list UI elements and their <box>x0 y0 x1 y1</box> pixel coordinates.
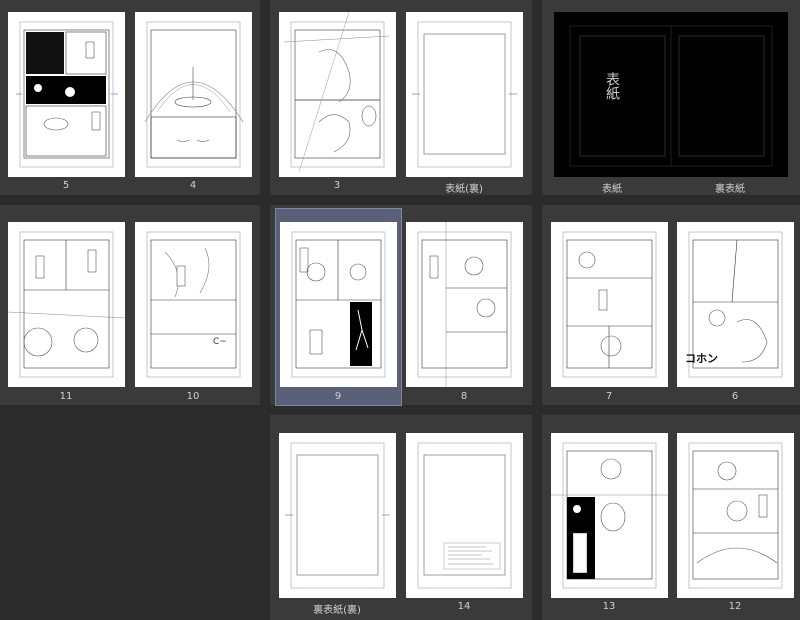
page-cover-art: 表紙 <box>569 25 671 167</box>
svg-text:C~: C~ <box>213 337 227 347</box>
page-label-6: 6 <box>731 391 739 402</box>
cover-handwriting: 表紙 <box>604 72 620 101</box>
page-5-art <box>16 21 118 168</box>
page-label-cover: 表紙 <box>602 184 622 195</box>
page-7-art <box>562 231 657 378</box>
page-3-art <box>283 12 390 173</box>
page-thumbnail-8[interactable] <box>406 222 523 387</box>
page-9-art <box>291 231 386 378</box>
page-11-art <box>8 231 125 378</box>
page-label-10: 10 <box>186 391 200 402</box>
page-label-5: 5 <box>62 180 70 191</box>
page-thumbnail-back-cover-back[interactable] <box>279 433 396 598</box>
page-thumbnail-4[interactable] <box>135 12 252 177</box>
page-10-art: C~ <box>146 231 241 378</box>
page-thumbnail-3[interactable] <box>279 12 396 177</box>
page-thumbnail-cover[interactable]: 表紙 <box>554 12 671 177</box>
page-thumbnail-5[interactable] <box>8 12 125 177</box>
page-label-8: 8 <box>460 391 468 402</box>
page-thumbnail-cover-back[interactable] <box>406 12 523 177</box>
page-thumbnail-10[interactable]: C~ <box>135 222 252 387</box>
page-14-art <box>417 442 512 589</box>
page-back-cover-art <box>671 25 773 167</box>
page-label-13: 13 <box>602 601 616 612</box>
page-thumbnail-9[interactable] <box>280 222 397 387</box>
page-label-11: 11 <box>59 391 73 402</box>
page-label-9: 9 <box>334 391 342 402</box>
page-label-3: 3 <box>333 180 341 191</box>
page-12-art <box>688 442 783 589</box>
page-thumbnail-back-cover[interactable] <box>671 12 788 177</box>
sound-effect-text: コホン <box>685 352 718 365</box>
page-label-7: 7 <box>605 391 613 402</box>
page-4-art <box>144 21 244 168</box>
page-thumbnail-7[interactable] <box>551 222 668 387</box>
page-13-art <box>551 442 668 589</box>
page-6-art: コホン <box>685 231 783 378</box>
page-thumbnail-12[interactable] <box>677 433 794 598</box>
page-label-back-cover-back: 裏表紙(裏) <box>313 605 361 616</box>
page-thumbnail-13[interactable] <box>551 433 668 598</box>
page-label-cover-back: 表紙(裏) <box>445 184 483 195</box>
page-label-back-cover: 裏表紙 <box>715 184 745 195</box>
page-thumbnail-11[interactable] <box>8 222 125 387</box>
page-label-4: 4 <box>189 180 197 191</box>
page-label-14: 14 <box>457 601 471 612</box>
page-cover-back-art <box>412 21 517 168</box>
page-thumbnail-14[interactable] <box>406 433 523 598</box>
page-8-art <box>417 222 512 387</box>
page-label-12: 12 <box>728 601 742 612</box>
page-thumbnail-6[interactable]: コホン <box>677 222 794 387</box>
page-back-cover-back-art <box>285 442 390 589</box>
